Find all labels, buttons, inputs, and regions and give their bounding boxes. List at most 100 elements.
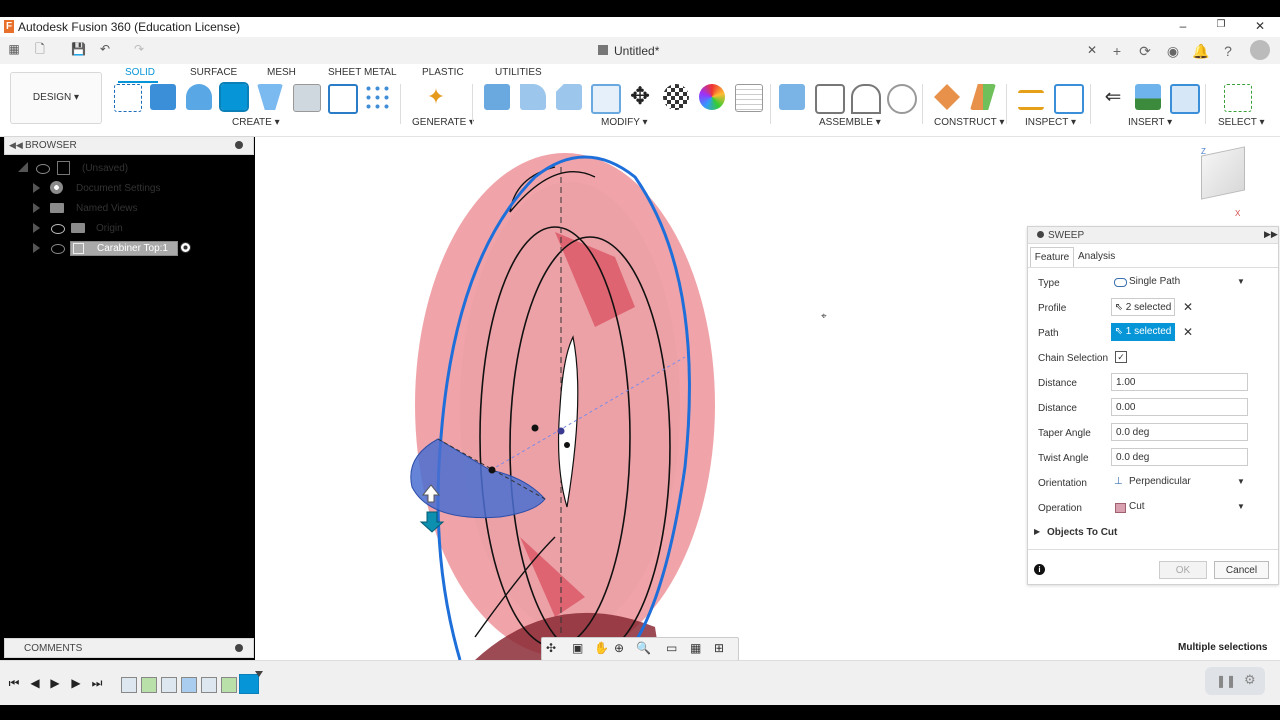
group-modify[interactable]: MODIFY ▾ bbox=[601, 117, 648, 128]
loft-icon[interactable] bbox=[257, 84, 283, 110]
plane-at-angle-icon[interactable] bbox=[970, 84, 996, 110]
browser-pin-icon[interactable] bbox=[235, 141, 243, 149]
as-built-joint-icon[interactable] bbox=[851, 84, 881, 114]
expand-arrow-icon[interactable] bbox=[33, 183, 40, 193]
timeline-feature-icon[interactable] bbox=[221, 677, 237, 693]
collapse-panel-icon[interactable]: ◀◀ bbox=[9, 140, 23, 151]
info-icon[interactable]: i bbox=[1034, 564, 1045, 575]
pan-icon[interactable]: ✋ bbox=[594, 641, 609, 655]
distance-input[interactable]: 0.00 bbox=[1111, 398, 1248, 416]
group-construct[interactable]: CONSTRUCT ▾ bbox=[934, 117, 1004, 128]
play-icon[interactable]: ▶ bbox=[49, 677, 61, 689]
tree-expanded-icon[interactable] bbox=[18, 162, 28, 172]
dialog-pin-icon[interactable] bbox=[1037, 231, 1044, 238]
viewports-icon[interactable]: ⊞ bbox=[714, 641, 724, 655]
group-generate[interactable]: GENERATE ▾ bbox=[412, 117, 474, 128]
group-create[interactable]: CREATE ▾ bbox=[232, 117, 280, 128]
fillet-icon[interactable] bbox=[520, 84, 546, 110]
timeline-marker-icon[interactable] bbox=[255, 671, 263, 677]
comments-panel[interactable]: COMMENTS bbox=[4, 638, 254, 658]
minimize-button[interactable]: – bbox=[1173, 19, 1193, 33]
distance-input[interactable]: 1.00 bbox=[1111, 373, 1248, 391]
shell-icon[interactable] bbox=[591, 84, 621, 114]
undo-icon[interactable]: ↶ bbox=[98, 43, 112, 56]
help-icon[interactable]: ? bbox=[1218, 41, 1238, 61]
timeline-feature-icon[interactable] bbox=[181, 677, 197, 693]
tab-mesh[interactable]: MESH bbox=[267, 67, 296, 78]
cancel-button[interactable]: Cancel bbox=[1214, 561, 1269, 579]
pattern-icon[interactable] bbox=[364, 84, 390, 110]
browser-header[interactable]: ◀◀ BROWSER bbox=[4, 136, 254, 155]
parameters-icon[interactable] bbox=[735, 84, 763, 112]
new-component-icon[interactable] bbox=[779, 84, 805, 110]
redo-icon[interactable]: ↷ bbox=[132, 43, 146, 56]
orbit-icon[interactable]: ✣ bbox=[546, 641, 556, 655]
tab-surface[interactable]: SURFACE bbox=[190, 67, 237, 78]
file-menu-icon[interactable]: 🗋 bbox=[33, 43, 47, 56]
timeline-sketch-icon[interactable] bbox=[121, 677, 137, 693]
web-icon[interactable] bbox=[328, 84, 358, 114]
press-pull-icon[interactable] bbox=[484, 84, 510, 110]
close-tab-icon[interactable]: ✕ bbox=[1087, 43, 1097, 57]
type-select[interactable]: Single Path ▼ bbox=[1111, 273, 1248, 291]
timeline-feature-icon[interactable] bbox=[141, 677, 157, 693]
tab-utilities[interactable]: UTILITIES bbox=[495, 67, 542, 78]
close-window-button[interactable]: ✕ bbox=[1250, 19, 1270, 33]
visibility-eye-icon[interactable] bbox=[36, 164, 50, 174]
objects-to-cut-section[interactable]: Objects To Cut bbox=[1047, 527, 1117, 538]
operation-select[interactable]: Cut ▼ bbox=[1111, 498, 1248, 516]
timeline-sketch-icon[interactable] bbox=[161, 677, 177, 693]
motion-link-icon[interactable] bbox=[887, 84, 917, 114]
display-settings-icon[interactable]: ▭ bbox=[666, 641, 677, 655]
appearance-icon[interactable] bbox=[663, 84, 689, 110]
zoom-icon[interactable]: 🔍 bbox=[636, 641, 651, 655]
group-insert[interactable]: INSERT ▾ bbox=[1128, 117, 1172, 128]
chain-selection-checkbox[interactable]: ✓ bbox=[1115, 351, 1127, 363]
expand-arrow-icon[interactable] bbox=[33, 203, 40, 213]
tab-feature[interactable]: Feature bbox=[1030, 247, 1074, 268]
clear-path-icon[interactable]: ✕ bbox=[1183, 325, 1193, 339]
step-forward-icon[interactable]: ▶ bbox=[70, 677, 82, 689]
grid-settings-icon[interactable]: ▦ bbox=[690, 641, 701, 655]
expand-arrow-icon[interactable] bbox=[33, 223, 40, 233]
activate-component-icon[interactable] bbox=[180, 242, 191, 253]
pause-icon[interactable]: ❚❚ bbox=[1216, 674, 1236, 688]
timeline-active-feature-icon[interactable] bbox=[239, 674, 259, 694]
twist-angle-input[interactable]: 0.0 deg bbox=[1111, 448, 1248, 466]
timeline-sketch-icon[interactable] bbox=[201, 677, 217, 693]
avatar[interactable] bbox=[1250, 40, 1270, 60]
view-cube[interactable] bbox=[1201, 146, 1245, 200]
step-back-icon[interactable]: ◀ bbox=[29, 677, 41, 689]
workspace-switcher[interactable]: DESIGN ▾ bbox=[10, 72, 102, 124]
canvas-icon[interactable] bbox=[1135, 84, 1161, 110]
browser-item-origin[interactable]: Origin bbox=[96, 223, 123, 241]
tab-solid[interactable]: SOLID bbox=[125, 67, 155, 78]
tab-sheet-metal[interactable]: SHEET METAL bbox=[328, 67, 397, 78]
material-icon[interactable] bbox=[699, 84, 725, 110]
skip-to-end-icon[interactable]: ⏭ bbox=[91, 677, 103, 689]
browser-root[interactable]: (Unsaved) bbox=[82, 163, 128, 181]
sweep-dialog-header[interactable]: SWEEP ▶▶ bbox=[1028, 227, 1278, 244]
expand-dialog-icon[interactable]: ▶▶ bbox=[1264, 229, 1278, 240]
joint-icon[interactable] bbox=[815, 84, 845, 114]
tab-analysis[interactable]: Analysis bbox=[1078, 251, 1115, 262]
offset-plane-icon[interactable] bbox=[934, 84, 960, 110]
clear-profile-icon[interactable]: ✕ bbox=[1183, 300, 1193, 314]
path-select-button[interactable]: ⇖ 1 selected bbox=[1111, 323, 1175, 341]
create-sketch-icon[interactable] bbox=[114, 84, 142, 112]
taper-angle-input[interactable]: 0.0 deg bbox=[1111, 423, 1248, 441]
group-inspect[interactable]: INSPECT ▾ bbox=[1025, 117, 1076, 128]
group-select[interactable]: SELECT ▾ bbox=[1218, 117, 1265, 128]
chamfer-icon[interactable] bbox=[556, 84, 582, 110]
comments-pin-icon[interactable] bbox=[235, 644, 243, 652]
group-assemble[interactable]: ASSEMBLE ▾ bbox=[819, 117, 881, 128]
new-tab-icon[interactable]: + bbox=[1107, 41, 1127, 61]
job-status-icon[interactable]: ◉ bbox=[1163, 41, 1183, 61]
grid-apps-icon[interactable]: ▦ bbox=[7, 43, 21, 56]
generative-wand-icon[interactable]: ✦ bbox=[423, 84, 449, 110]
rib-icon[interactable] bbox=[293, 84, 321, 112]
sweep-icon[interactable] bbox=[219, 82, 249, 112]
notifications-icon[interactable]: 🔔 bbox=[1191, 41, 1211, 61]
interference-icon[interactable] bbox=[1054, 84, 1084, 114]
revolve-icon[interactable] bbox=[186, 84, 212, 110]
